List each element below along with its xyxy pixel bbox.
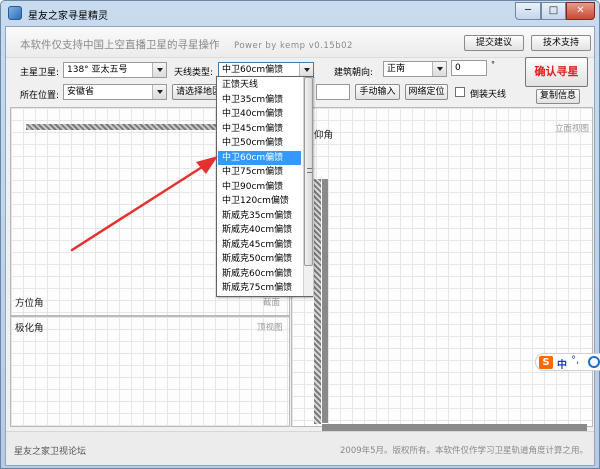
azimuth-view-tag: 截面 xyxy=(263,298,281,308)
degree-sign: ° xyxy=(491,60,495,69)
tech-support-button[interactable]: 技术支持 xyxy=(531,35,591,51)
select-region-button[interactable]: 请选择地区 xyxy=(172,84,222,100)
ime-punctuation-toggle[interactable]: °, xyxy=(571,355,579,366)
maximize-button[interactable]: □ xyxy=(541,2,566,20)
building-orientation-select[interactable]: 正南 xyxy=(383,61,447,77)
polarization-view-tag: 顶视图 xyxy=(257,323,283,333)
inverted-antenna-label[interactable]: 倒装天线 xyxy=(470,87,506,100)
antenna-option[interactable]: 斯威克60cm偏馈 xyxy=(218,267,301,282)
antenna-option[interactable]: 中卫40cm偏馈 xyxy=(218,107,301,122)
grip-icon xyxy=(307,168,312,173)
ime-language-toggle[interactable]: 中 xyxy=(557,356,567,371)
version-label: Power by kemp v0.15b02 xyxy=(234,41,353,51)
antenna-option[interactable]: 中卫120cm偏馈 xyxy=(218,194,301,209)
inverted-antenna-checkbox[interactable] xyxy=(455,87,465,97)
antenna-type-select-value: 中卫60cm偏馈 xyxy=(222,65,284,75)
antenna-option[interactable]: 中卫60cm偏馈 xyxy=(218,150,301,165)
antenna-option[interactable]: 斯威克35cm偏馈 xyxy=(218,209,301,224)
manual-input-button[interactable]: 手动输入 xyxy=(355,84,400,100)
antenna-option[interactable]: 斯威克50cm偏馈 xyxy=(218,252,301,267)
dropdown-scroll-thumb[interactable] xyxy=(304,77,313,266)
chevron-down-icon[interactable] xyxy=(432,62,446,76)
satellite-select[interactable]: 138° 亚太五号 xyxy=(63,62,167,78)
antenna-option[interactable]: 中卫45cm偏馈 xyxy=(218,122,301,137)
ime-emoji-icon[interactable] xyxy=(588,356,600,368)
app-icon xyxy=(8,6,22,20)
chevron-down-icon[interactable] xyxy=(152,85,166,99)
status-bar: 星友之家卫视论坛 2009年5月。版权所有。本软件仅作学习卫星轨道角度计算之用。 xyxy=(6,431,594,465)
elevation-title: 仰角 xyxy=(314,130,334,141)
antenna-type-label: 天线类型: xyxy=(174,68,214,78)
satellite-label: 主星卫星: xyxy=(20,68,60,78)
antenna-option[interactable]: 斯威克40cm偏馈 xyxy=(218,223,301,238)
annotation-arrow-icon xyxy=(70,156,218,252)
chevron-down-icon[interactable] xyxy=(299,63,313,77)
confirm-search-button[interactable]: 确认寻星 xyxy=(525,57,588,87)
antenna-type-dropdown-list[interactable]: 正馈天线 中卫35cm偏馈 中卫40cm偏馈 中卫45cm偏馈 中卫50cm偏馈 中卫60… xyxy=(216,76,313,297)
copyright-notice: 2009年5月。版权所有。本软件仅作学习卫星轨道角度计算之用。 xyxy=(340,446,589,456)
forum-link[interactable]: 星友之家卫视论坛 xyxy=(14,444,86,457)
building-orientation-value: 正南 xyxy=(387,64,406,74)
submit-suggestion-button[interactable]: 提交建议 xyxy=(464,35,524,51)
antenna-option[interactable]: 中卫50cm偏馈 xyxy=(218,136,301,151)
location-select-value: 安徽省 xyxy=(67,87,95,97)
arrow-head xyxy=(196,156,218,174)
elevation-view-tag: 立面视图 xyxy=(555,124,590,134)
ime-toolbar[interactable]: S 中 °, xyxy=(535,353,600,371)
header-band: 本软件仅支持中国上空直播卫星的寻星操作 Power by kemp v0.15b… xyxy=(6,27,594,58)
minimize-button[interactable]: ─ xyxy=(515,2,541,20)
tagline: 本软件仅支持中国上空直播卫星的寻星操作 xyxy=(20,39,220,51)
title-bar[interactable]: 星友之家寻星精灵 ─ □ ✕ xyxy=(1,1,599,26)
antenna-option[interactable]: 中卫75cm偏馈 xyxy=(218,165,301,180)
window-title: 星友之家寻星精灵 xyxy=(28,11,108,22)
polarization-title: 极化角 xyxy=(15,323,44,334)
manual-coordinate-input[interactable] xyxy=(316,84,350,100)
azimuth-title: 方位角 xyxy=(15,298,44,309)
orientation-degree-input[interactable]: 0 xyxy=(451,60,487,76)
antenna-option[interactable]: 正馈天线 xyxy=(218,78,301,93)
satellite-select-value: 138° 亚太五号 xyxy=(67,65,128,75)
building-orientation-label: 建筑朝向: xyxy=(334,68,374,78)
chevron-down-icon[interactable] xyxy=(152,63,166,77)
location-select[interactable]: 安徽省 xyxy=(63,84,167,100)
elevation-panel: 仰角 立面视图 xyxy=(291,107,593,427)
copy-info-button[interactable]: 复制信息 xyxy=(536,89,580,104)
antenna-option[interactable]: 中卫35cm偏馈 xyxy=(218,93,301,108)
ime-logo-icon[interactable]: S xyxy=(539,356,553,369)
antenna-option[interactable]: 斯威克45cm偏馈 xyxy=(218,238,301,253)
dropdown-scrollbar[interactable] xyxy=(303,77,313,296)
antenna-option[interactable]: 中卫90cm偏馈 xyxy=(218,180,301,195)
arrow-shaft xyxy=(70,160,212,252)
elevation-wall xyxy=(322,179,328,423)
location-label: 所在位置: xyxy=(20,91,60,101)
network-locate-button[interactable]: 网络定位 xyxy=(405,84,448,100)
antenna-option[interactable]: 斯威克75cm偏馈 xyxy=(218,281,301,296)
close-button[interactable]: ✕ xyxy=(566,2,595,20)
polarization-panel: 极化角 顶视图 xyxy=(10,316,290,427)
elevation-wall-hatch xyxy=(314,179,321,424)
